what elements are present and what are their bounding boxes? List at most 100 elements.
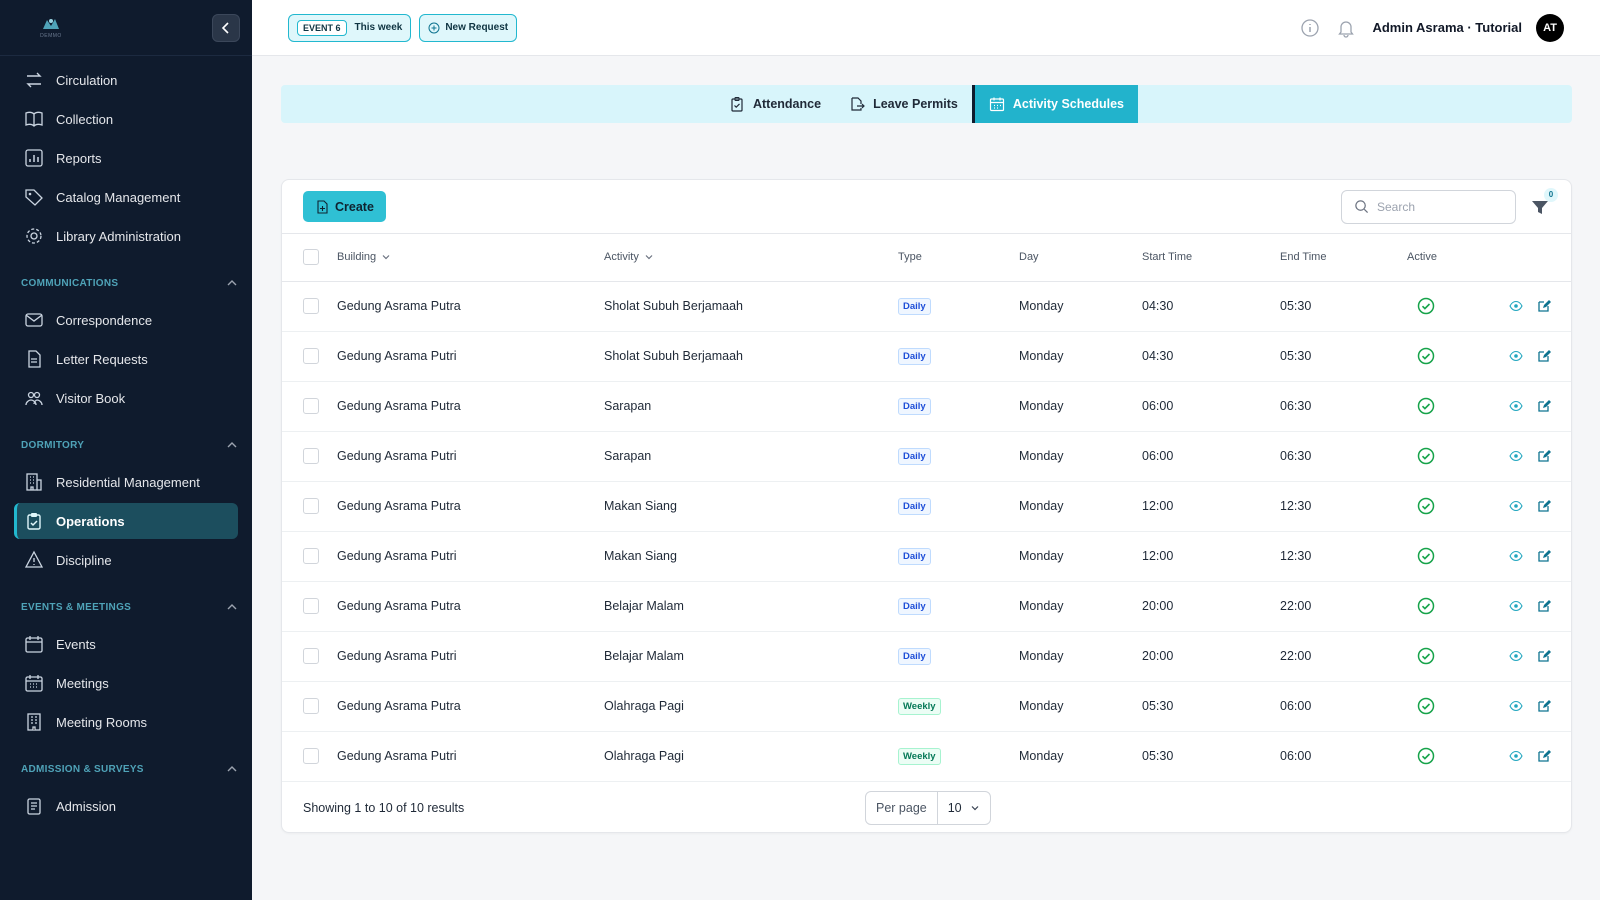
warning-icon — [24, 550, 44, 568]
sidebar-item-letter-requests[interactable]: Letter Requests — [14, 341, 238, 377]
check-circle-icon — [1417, 747, 1435, 765]
table-row[interactable]: Gedung Asrama Putri Makan Siang Daily Monda… — [282, 531, 1571, 582]
table-row[interactable]: Gedung Asrama Putri Sarapan Daily Monday 06:… — [282, 431, 1571, 482]
table-row[interactable]: Gedung Asrama Putra Belajar Malam Daily Mon… — [282, 581, 1571, 632]
tab-attendance[interactable]: Attendance — [715, 85, 835, 123]
cell-start-time: 20:00 — [1142, 631, 1280, 682]
edit-icon[interactable] — [1537, 549, 1551, 563]
edit-icon[interactable] — [1537, 749, 1551, 763]
table-row[interactable]: Gedung Asrama Putri Sholat Subuh Berjamaa… — [282, 331, 1571, 382]
eye-icon[interactable] — [1509, 299, 1523, 313]
edit-icon[interactable] — [1537, 499, 1551, 513]
edit-icon[interactable] — [1537, 399, 1551, 413]
table-row[interactable]: Gedung Asrama Putri Belajar Malam Daily Mon… — [282, 631, 1571, 682]
sidebar-item-events[interactable]: Events — [14, 626, 238, 662]
eye-icon[interactable] — [1509, 449, 1523, 463]
sidebar-item-collection[interactable]: Collection — [14, 101, 238, 137]
sidebar-item-discipline[interactable]: Discipline — [14, 542, 238, 578]
sidebar-item-correspondence[interactable]: Correspondence — [14, 302, 238, 338]
sidebar-item-meeting-rooms[interactable]: Meeting Rooms — [14, 704, 238, 740]
column-type: Type — [898, 234, 1019, 282]
row-checkbox[interactable] — [303, 698, 319, 714]
table-row[interactable]: Gedung Asrama Putra Makan Siang Daily Monda… — [282, 481, 1571, 532]
column-building[interactable]: Building — [337, 234, 604, 282]
eye-icon[interactable] — [1509, 699, 1523, 713]
new-request-button[interactable]: New Request — [419, 13, 518, 42]
avatar[interactable]: AT — [1536, 13, 1564, 42]
info-icon[interactable] — [1300, 18, 1320, 38]
chevron-down-icon — [645, 255, 653, 260]
section-events-meetings[interactable]: EVENTS & MEETINGS — [21, 592, 238, 622]
sidebar-item-library-administration[interactable]: Library Administration — [14, 218, 238, 254]
sidebar-item-admission[interactable]: Admission — [14, 788, 238, 824]
sidebar-item-circulation[interactable]: Circulation — [14, 62, 238, 98]
eye-icon[interactable] — [1509, 499, 1523, 513]
table-row[interactable]: Gedung Asrama Putra Olahraga Pagi Weekly Mo… — [282, 681, 1571, 732]
sidebar-item-residential-management[interactable]: Residential Management — [14, 464, 238, 500]
row-checkbox[interactable] — [303, 598, 319, 614]
cell-type: Daily — [898, 381, 1019, 432]
exit-document-icon — [851, 97, 865, 111]
edit-icon[interactable] — [1537, 349, 1551, 363]
cell-active — [1407, 631, 1509, 682]
sidebar-item-operations[interactable]: Operations — [14, 503, 238, 539]
cell-end-time: 06:30 — [1280, 431, 1407, 482]
topbar-right: Admin Asrama · Tutorial AT — [1284, 13, 1564, 42]
check-circle-icon — [1417, 497, 1435, 515]
cell-active — [1407, 731, 1509, 782]
header-label: Building — [337, 251, 377, 264]
per-page-select[interactable]: Per page 10 — [865, 790, 991, 825]
sidebar-item-catalog-management[interactable]: Catalog Management — [14, 179, 238, 215]
table-row[interactable]: Gedung Asrama Putra Sholat Subuh Berjamaa… — [282, 281, 1571, 332]
type-badge: Daily — [898, 597, 931, 615]
cell-actions — [1509, 281, 1571, 332]
sidebar-item-label: Discipline — [56, 552, 112, 568]
edit-icon[interactable] — [1537, 699, 1551, 713]
bell-icon[interactable] — [1336, 18, 1356, 38]
collapse-sidebar-button[interactable] — [212, 13, 240, 42]
eye-icon[interactable] — [1509, 749, 1523, 763]
sidebar-item-label: Visitor Book — [56, 390, 126, 406]
row-checkbox[interactable] — [303, 498, 319, 514]
sidebar-item-label: Operations — [56, 513, 125, 529]
tab-leave-permits[interactable]: Leave Permits — [835, 85, 972, 123]
filter-button[interactable]: 0 — [1530, 187, 1558, 217]
edit-icon[interactable] — [1537, 649, 1551, 663]
row-checkbox[interactable] — [303, 548, 319, 564]
cell-building: Gedung Asrama Putra — [337, 281, 604, 332]
eye-icon[interactable] — [1509, 549, 1523, 563]
sidebar-item-reports[interactable]: Reports — [14, 140, 238, 176]
eye-icon[interactable] — [1509, 349, 1523, 363]
row-checkbox[interactable] — [303, 398, 319, 414]
row-checkbox[interactable] — [303, 648, 319, 664]
eye-icon[interactable] — [1509, 399, 1523, 413]
event-week-chip[interactable]: EVENT 6 This week — [288, 13, 412, 42]
edit-icon[interactable] — [1537, 449, 1551, 463]
row-checkbox[interactable] — [303, 348, 319, 364]
table-row[interactable]: Gedung Asrama Putra Sarapan Daily Monday 06:… — [282, 381, 1571, 432]
sidebar-item-label: Library Administration — [56, 228, 181, 244]
cell-building: Gedung Asrama Putri — [337, 531, 604, 582]
per-page-value[interactable]: 10 — [938, 801, 990, 815]
column-activity[interactable]: Activity — [604, 234, 898, 282]
section-dormitory[interactable]: DORMITORY — [21, 430, 238, 460]
row-checkbox[interactable] — [303, 298, 319, 314]
eye-icon[interactable] — [1509, 599, 1523, 613]
select-all-checkbox[interactable] — [303, 249, 319, 266]
row-checkbox[interactable] — [303, 448, 319, 464]
check-circle-icon — [1417, 397, 1435, 415]
sidebar-item-visitor-book[interactable]: Visitor Book — [14, 380, 238, 416]
tab-activity-schedules[interactable]: Activity Schedules — [971, 85, 1138, 123]
edit-icon[interactable] — [1537, 599, 1551, 613]
section-communications[interactable]: COMMUNICATIONS — [21, 268, 238, 298]
row-checkbox[interactable] — [303, 748, 319, 764]
eye-icon[interactable] — [1509, 649, 1523, 663]
edit-icon[interactable] — [1537, 299, 1551, 313]
table-row[interactable]: Gedung Asrama Putri Olahraga Pagi Weekly Mo… — [282, 731, 1571, 782]
create-button[interactable]: Create — [303, 191, 386, 222]
sidebar-item-meetings[interactable]: Meetings — [14, 665, 238, 701]
section-admission-surveys[interactable]: ADMISSION & SURVEYS — [21, 754, 238, 784]
cell-type: Daily — [898, 331, 1019, 382]
user-name[interactable]: Admin Asrama · Tutorial — [1372, 20, 1522, 35]
search-input[interactable]: Search — [1341, 189, 1516, 224]
